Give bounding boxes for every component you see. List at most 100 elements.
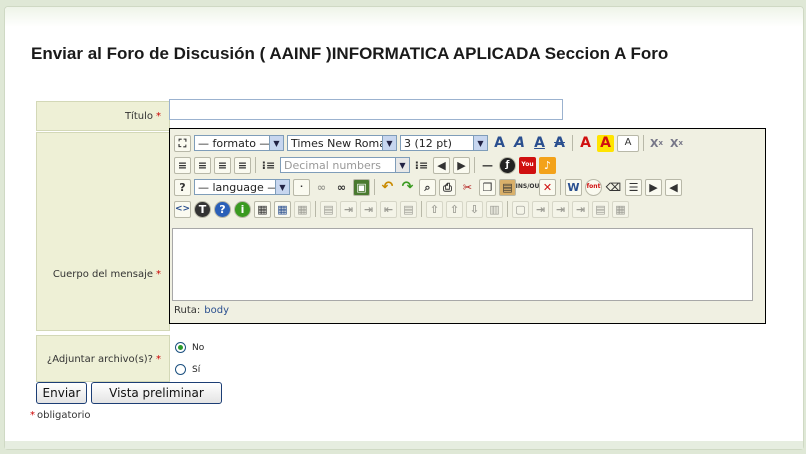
editor-content-area[interactable]	[172, 228, 753, 301]
text-color-icon[interactable]: A	[577, 135, 594, 152]
bullet-list-icon[interactable]: ⁝≡	[413, 157, 430, 174]
split-cells-icon[interactable]: ▤	[400, 200, 417, 218]
numbered-list-icon[interactable]: ⁝≡	[260, 157, 277, 174]
separator	[560, 179, 561, 195]
superscript-icon[interactable]: Xx	[668, 135, 685, 152]
font-select[interactable]: Times New Roman▼	[287, 135, 397, 151]
copy-row-icon[interactable]: ⇥	[552, 200, 569, 218]
body-label: Cuerpo del mensaje	[52, 269, 153, 280]
horizontal-rule-icon[interactable]: —	[479, 157, 496, 174]
toolbar-row-1: ⛶ — formato —▼ Times New Roman▼ 3 (12 pt…	[174, 133, 688, 153]
nonbreaking-space-icon[interactable]: ·	[293, 178, 310, 196]
spellcheck-icon[interactable]: T	[194, 200, 211, 218]
separator	[255, 157, 256, 173]
table-row-props-icon[interactable]: ▤	[320, 200, 337, 218]
required-note-text: obligatorio	[37, 410, 91, 421]
table-disabled-icon[interactable]: ▦	[294, 200, 311, 218]
insert-col-before-icon[interactable]: ⇧	[426, 200, 443, 218]
paste-row-before-icon[interactable]: ⇥	[572, 200, 589, 218]
paste-row-after-icon[interactable]: ▤	[592, 200, 609, 218]
bold-icon[interactable]: A	[491, 135, 508, 152]
unlink-icon[interactable]: ∞	[333, 179, 350, 196]
size-select[interactable]: 3 (12 pt) ▼	[400, 135, 488, 151]
format-select[interactable]: — formato — ▼	[194, 135, 284, 151]
youtube-icon[interactable]: You	[519, 156, 536, 174]
outdent-icon[interactable]: ◀	[433, 156, 450, 174]
info-icon[interactable]: i	[234, 200, 251, 218]
list-style-select[interactable]: Decimal numbers ▼	[280, 157, 410, 173]
cleanup-icon[interactable]: ✕	[539, 178, 556, 196]
indent-icon[interactable]: ▶	[453, 156, 470, 174]
separator	[421, 201, 422, 217]
attach-label: ¿Adjuntar archivo(s)?	[46, 354, 153, 365]
find-replace-icon[interactable]: ⌕	[419, 178, 436, 196]
toolbar-row-2: ≡ ≡ ≡ ≡ ⁝≡ Decimal numbers ▼ ⁝≡ ◀ ▶ — ƒ Y…	[174, 155, 559, 175]
separator	[572, 135, 573, 151]
merge-cells-icon[interactable]: ▥	[486, 200, 503, 218]
align-right-icon[interactable]: ≡	[214, 156, 231, 174]
page-break-icon[interactable]: ☰	[625, 178, 642, 196]
required-mark: *	[156, 354, 161, 365]
insert-col-after-icon[interactable]: ⇧	[446, 200, 463, 218]
preview-button[interactable]: Vista preliminar	[91, 382, 222, 404]
highlight-color-icon[interactable]: A	[597, 134, 614, 152]
justify-icon[interactable]: ≡	[234, 156, 251, 174]
fullscreen-icon[interactable]: ⛶	[174, 134, 191, 152]
chevron-down-icon: ▼	[382, 136, 396, 150]
attach-option-no[interactable]: No	[175, 342, 204, 353]
delete-col-icon[interactable]: ⇩	[466, 200, 483, 218]
page-title: Enviar al Foro de Discusión ( AAINF )INF…	[31, 44, 669, 63]
insert-del-icon[interactable]: INS/OU	[516, 179, 540, 196]
insert-row-after-icon[interactable]: ⇥	[360, 200, 377, 218]
separator	[374, 179, 375, 195]
flash-icon[interactable]: ƒ	[499, 156, 516, 174]
radio-button[interactable]	[175, 364, 186, 375]
italic-icon[interactable]: A	[511, 135, 528, 152]
undo-icon[interactable]: ↶	[379, 179, 396, 196]
cut-icon[interactable]: ✂	[459, 179, 476, 196]
chevron-down-icon: ▼	[473, 136, 487, 150]
print-icon[interactable]: ⎙	[439, 178, 456, 196]
text-box-icon[interactable]: A	[617, 134, 639, 152]
table-props-icon[interactable]: ▦	[274, 200, 291, 218]
table-grid-icon[interactable]: ▦	[612, 200, 629, 218]
table-icon[interactable]: ▦	[254, 200, 271, 218]
ltr-icon[interactable]: ▶	[645, 178, 662, 196]
submit-button[interactable]: Enviar	[36, 382, 87, 404]
link-icon[interactable]: ∞	[313, 179, 330, 196]
paste-word-icon[interactable]: W	[565, 178, 582, 196]
cut-row-icon[interactable]: ⇥	[532, 200, 549, 218]
remove-font-icon[interactable]: font	[585, 178, 602, 196]
language-select[interactable]: — language — ▼	[194, 179, 290, 195]
cell-props-icon[interactable]: ▢	[512, 200, 529, 218]
insert-row-before-icon[interactable]: ⇥	[340, 200, 357, 218]
editor-statusbar: Ruta: body	[174, 305, 229, 316]
separator	[474, 157, 475, 173]
required-note: * obligatorio	[30, 410, 91, 421]
redo-icon[interactable]: ↷	[399, 179, 416, 196]
copy-icon[interactable]: ❐	[479, 178, 496, 196]
delete-row-icon[interactable]: ⇤	[380, 200, 397, 218]
underline-icon[interactable]: A	[531, 135, 548, 152]
subscript-icon[interactable]: Xx	[648, 135, 665, 152]
paste-icon[interactable]: ▤	[499, 178, 516, 196]
rtl-icon[interactable]: ◀	[665, 178, 682, 196]
attach-option-yes[interactable]: Sí	[175, 364, 200, 375]
strikethrough-icon[interactable]: A	[551, 135, 568, 152]
rich-text-editor: ⛶ — formato —▼ Times New Roman▼ 3 (12 pt…	[169, 128, 766, 324]
help-circle-icon[interactable]: ?	[214, 200, 231, 218]
path-value[interactable]: body	[204, 305, 229, 316]
title-input[interactable]	[169, 99, 563, 120]
align-left-icon[interactable]: ≡	[174, 156, 191, 174]
image-icon[interactable]: ▣	[353, 178, 370, 196]
help-icon[interactable]: ?	[174, 178, 191, 196]
title-label: Título	[124, 111, 153, 122]
top-bar	[5, 7, 803, 27]
attach-option-yes-label: Sí	[192, 364, 201, 375]
toolbar-row-3: ? — language — ▼ · ∞ ∞ ▣ ↶ ↷ ⌕ ⎙ ✂ ❐ ▤ IN…	[174, 177, 685, 197]
eraser-icon[interactable]: ⌫	[605, 179, 622, 196]
source-code-icon[interactable]: <>	[174, 200, 191, 218]
media-icon[interactable]: ♪	[539, 156, 556, 174]
align-center-icon[interactable]: ≡	[194, 156, 211, 174]
radio-button-selected[interactable]	[175, 342, 186, 353]
